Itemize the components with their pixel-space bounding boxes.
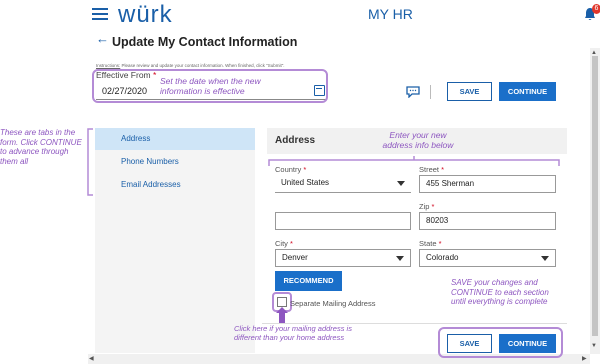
- recommend-button[interactable]: RECOMMEND: [275, 271, 342, 291]
- country-select[interactable]: United States: [275, 175, 411, 193]
- toolbar-divider: [430, 85, 431, 99]
- state-label: State *: [419, 239, 442, 248]
- instructions-prefix: Instructions:: [96, 63, 121, 68]
- city-select[interactable]: Denver: [275, 249, 411, 267]
- tabs-annotation: These are tabs in the form. Click CONTIN…: [0, 128, 82, 166]
- city-label: City *: [275, 239, 293, 248]
- street-label: Street *: [419, 165, 445, 174]
- tab-phone-numbers[interactable]: Phone Numbers: [95, 151, 255, 173]
- zip-input[interactable]: 80203: [419, 212, 556, 230]
- notification-badge: 6: [592, 4, 600, 14]
- street-input[interactable]: 455 Sherman: [419, 175, 556, 193]
- chevron-down-icon: [397, 181, 405, 186]
- date-annotation: Set the date when the new information is…: [160, 76, 261, 96]
- footer-divider: [262, 323, 567, 324]
- app-title: MY HR: [368, 6, 413, 22]
- screen: These are tabs in the form. Click CONTIN…: [0, 0, 600, 364]
- street-line2-input[interactable]: [275, 212, 411, 230]
- hamburger-menu-icon[interactable]: [92, 6, 108, 20]
- instructions-body: Please review and update your contact in…: [121, 63, 285, 68]
- instructions-text: Instructions: Please review and update y…: [96, 63, 285, 68]
- scroll-down-icon[interactable]: ▼: [591, 343, 597, 349]
- scroll-up-icon[interactable]: ▲: [591, 50, 597, 56]
- scroll-left-icon[interactable]: ◀: [89, 355, 94, 362]
- back-arrow-icon[interactable]: ←: [96, 31, 109, 46]
- save-button[interactable]: SAVE: [447, 82, 492, 101]
- tab-email-addresses[interactable]: Email Addresses: [95, 174, 255, 196]
- scroll-right-icon[interactable]: ▶: [582, 355, 587, 362]
- zip-label: Zip *: [419, 202, 435, 211]
- save-annotation: SAVE your changes and CONTINUE to each s…: [451, 278, 549, 306]
- continue-button[interactable]: CONTINUE: [499, 82, 556, 101]
- chat-icon[interactable]: [406, 86, 420, 98]
- tab-address[interactable]: Address: [95, 128, 255, 150]
- tabs-bracket: [87, 128, 93, 196]
- page-title: Update My Contact Information: [112, 35, 298, 49]
- vertical-scroll-thumb[interactable]: [592, 56, 598, 336]
- arrow-up-icon: [276, 307, 288, 323]
- top-bar: würk MY HR 6: [88, 0, 600, 28]
- mailing-annotation: Click here if your mailing address is di…: [234, 324, 352, 342]
- footer-buttons-highlight: [438, 327, 563, 358]
- brand-logo[interactable]: würk: [118, 1, 173, 29]
- country-label: Country *: [275, 165, 307, 174]
- state-select[interactable]: Colorado: [419, 249, 556, 267]
- separate-mailing-label: Separate Mailing Address: [290, 299, 376, 308]
- chevron-down-icon: [396, 256, 404, 261]
- address-annotation: Enter your new address info below: [378, 130, 458, 150]
- chevron-down-icon: [541, 256, 549, 261]
- address-bracket: [268, 156, 560, 166]
